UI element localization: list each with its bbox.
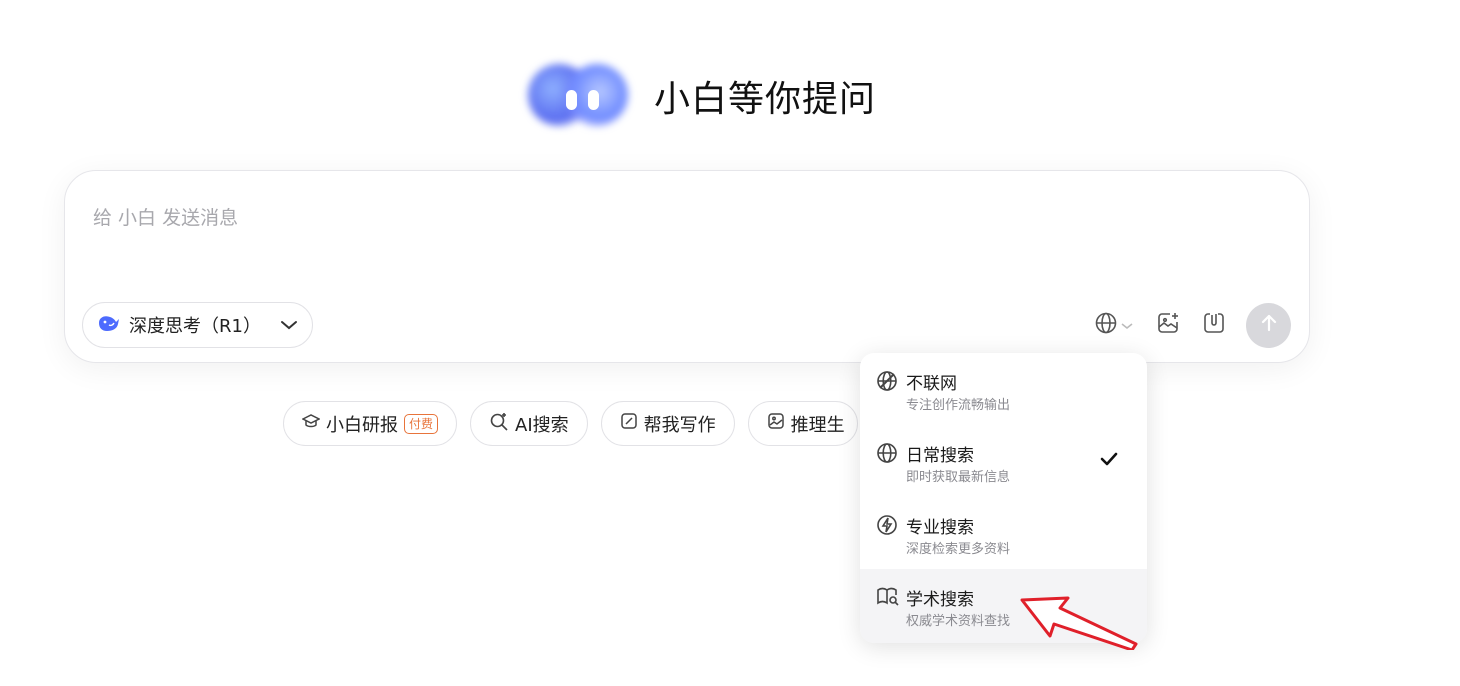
annotation-arrow-icon: [1020, 596, 1138, 650]
lightning-circle-icon: [876, 514, 898, 536]
menu-item-title: 学术搜索: [906, 590, 974, 610]
composer-card: 给 小白 发送消息 深度思考（R1）: [64, 170, 1310, 363]
suggestion-chips: 小白研报 付费 AI搜索 帮我写作 推理生: [283, 401, 858, 446]
chip-label: 帮我写作: [643, 414, 716, 436]
no-globe-icon: [876, 370, 898, 392]
arrow-up-icon: [1260, 313, 1278, 337]
search-mode-button[interactable]: [1094, 311, 1134, 339]
image-icon: [767, 412, 785, 435]
book-search-icon: [876, 586, 899, 608]
image-add-icon: [1156, 311, 1180, 339]
paid-badge: 付费: [404, 413, 439, 434]
chip-research-report[interactable]: 小白研报 付费: [283, 401, 458, 446]
whale-icon: [97, 313, 121, 338]
send-button[interactable]: [1246, 302, 1291, 348]
hero-title: 小白等你提问: [654, 79, 877, 120]
chip-label: 推理生: [790, 414, 845, 436]
menu-item-title: 专业搜索: [906, 518, 974, 538]
menu-item-title: 不联网: [906, 374, 957, 394]
image-upload-button[interactable]: [1156, 311, 1180, 339]
chevron-down-icon: [280, 315, 298, 336]
composer-tools: [1094, 302, 1291, 348]
graduation-cap-icon: [301, 413, 321, 434]
menu-item-pro-search[interactable]: 专业搜索 深度检索更多资料: [860, 497, 1147, 569]
globe-icon: [1094, 311, 1118, 339]
edit-icon: [620, 412, 638, 435]
chip-help-write[interactable]: 帮我写作: [600, 401, 735, 446]
menu-item-title: 日常搜索: [906, 446, 974, 466]
globe-icon: [876, 442, 898, 464]
search-sparkle-icon: [489, 411, 509, 436]
hero: 小白等你提问: [526, 60, 876, 132]
attach-file-button[interactable]: [1202, 311, 1226, 339]
paperclip-icon: [1202, 311, 1226, 339]
message-input[interactable]: 给 小白 发送消息: [93, 203, 238, 230]
chip-reasoning[interactable]: 推理生: [747, 401, 858, 446]
checkmark-icon: [1100, 451, 1118, 470]
menu-item-desc: 专注创作流畅输出: [906, 398, 1011, 413]
menu-item-desc: 权威学术资料查找: [906, 614, 1011, 629]
chip-label: AI搜索: [515, 414, 569, 436]
model-label: 深度思考（R1）: [129, 316, 261, 337]
logo: [526, 62, 630, 130]
menu-item-desc: 即时获取最新信息: [906, 470, 1011, 485]
menu-item-desc: 深度检索更多资料: [906, 542, 1011, 557]
menu-item-offline[interactable]: 不联网 专注创作流畅输出: [860, 353, 1147, 425]
model-selector-button[interactable]: 深度思考（R1）: [82, 302, 313, 348]
chip-ai-search[interactable]: AI搜索: [470, 401, 588, 446]
chevron-down-icon: [1120, 316, 1134, 335]
menu-item-daily-search[interactable]: 日常搜索 即时获取最新信息: [860, 425, 1147, 497]
chip-label: 小白研报: [326, 414, 398, 436]
